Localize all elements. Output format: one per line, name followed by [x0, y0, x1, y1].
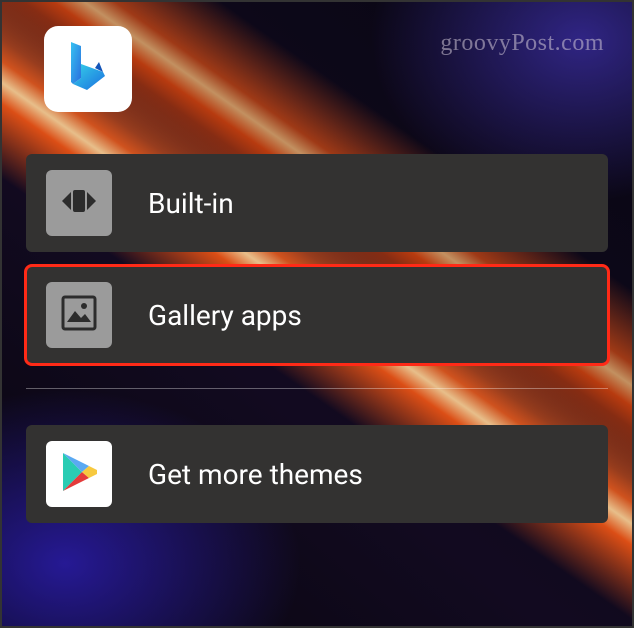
divider	[26, 388, 608, 389]
option-label-builtin: Built-in	[148, 187, 234, 220]
wallpaper-wide-icon	[59, 186, 99, 220]
option-builtin[interactable]: Built-in	[26, 154, 608, 252]
settings-panel: Built-in Gallery apps	[2, 2, 632, 626]
option-get-more-themes[interactable]: Get more themes	[26, 425, 608, 523]
option-gallery-apps[interactable]: Gallery apps	[26, 266, 608, 364]
bing-app-tile[interactable]	[44, 26, 132, 112]
builtin-icon-box	[46, 170, 112, 236]
play-store-icon	[59, 450, 99, 498]
image-icon	[60, 294, 98, 336]
gallery-icon-box	[46, 282, 112, 348]
option-label-gallery: Gallery apps	[148, 299, 302, 332]
option-label-getmore: Get more themes	[148, 458, 363, 491]
bing-icon	[65, 38, 111, 100]
playstore-icon-box	[46, 441, 112, 507]
